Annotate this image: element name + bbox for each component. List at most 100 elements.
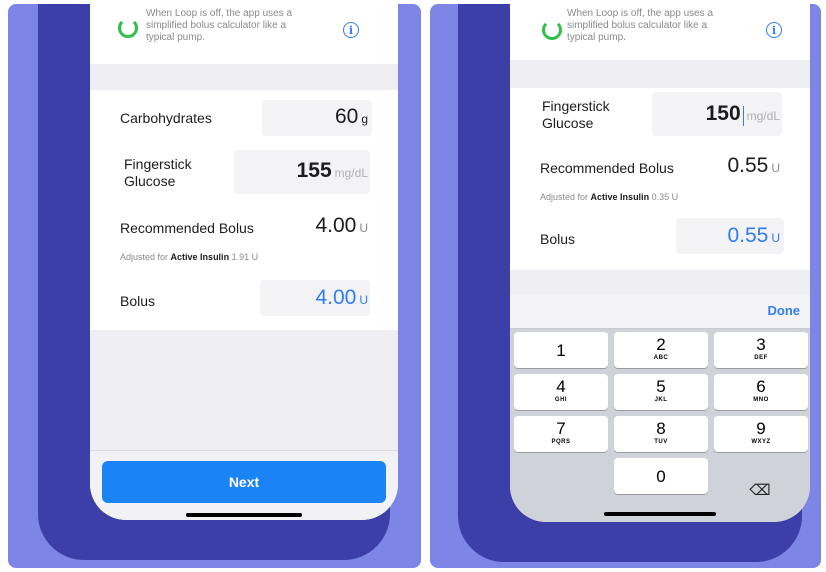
recommended-unit: U — [359, 221, 368, 235]
key-digit: 8 — [656, 419, 666, 438]
key-5[interactable]: 5 JKL — [614, 374, 708, 410]
key-letters: JKL — [654, 397, 668, 403]
key-6[interactable]: 6 MNO — [714, 374, 808, 410]
bolus-value[interactable]: 4.00 U — [315, 286, 368, 310]
loop-status-icon — [118, 18, 138, 38]
glucose-value[interactable]: 155 mg/dL — [297, 159, 368, 183]
loop-status-icon — [542, 20, 562, 40]
info-text-line: When Loop is off, the app uses a — [146, 8, 293, 19]
recommended-number: 0.55 — [727, 154, 769, 177]
glucose-label-line1: Fingerstick — [542, 98, 610, 114]
key-2[interactable]: 2 ABC — [614, 332, 708, 368]
key-letters: TUV — [654, 439, 668, 445]
adjusted-prefix: Adjusted for — [120, 252, 169, 262]
key-4[interactable]: 4 GHI — [514, 374, 608, 410]
carbs-row: Carbohydrates 60 g — [90, 94, 398, 142]
info-text-line: typical pump. — [146, 32, 205, 43]
info-text-line: When Loop is off, the app uses a — [567, 8, 714, 19]
bolus-number: 4.00 — [315, 286, 357, 309]
bolus-unit: U — [771, 231, 780, 245]
recommended-label: Recommended Bolus — [540, 160, 674, 176]
phone-frame: When Loop is off, the app uses a simplif… — [38, 4, 398, 560]
key-8[interactable]: 8 TUV — [614, 416, 708, 452]
glucose-number: 150 — [705, 102, 741, 125]
key-9[interactable]: 9 WXYZ — [714, 416, 808, 452]
bolus-number: 0.55 — [727, 224, 769, 247]
keyboard-toolbar: Done — [510, 294, 810, 329]
key-letters: WXYZ — [751, 439, 771, 445]
bolus-unit: U — [359, 293, 368, 307]
next-button[interactable]: Next — [102, 461, 386, 503]
done-button[interactable]: Done — [768, 303, 801, 318]
bolus-row: Bolus 0.55 U — [510, 216, 810, 256]
recommended-value: 4.00 U — [315, 214, 368, 238]
key-digit: 0 — [656, 467, 666, 486]
phone-screen: When Loop is off, the app uses a simplif… — [90, 4, 398, 520]
delete-backspace-icon[interactable]: ⌫ — [712, 474, 808, 508]
glucose-number: 155 — [296, 159, 332, 182]
footer-bar: Next — [90, 450, 398, 520]
key-digit: 6 — [756, 377, 766, 396]
info-text: When Loop is off, the app uses a simplif… — [146, 8, 292, 44]
key-digit: 4 — [556, 377, 566, 396]
key-7[interactable]: 7 PQRS — [514, 416, 608, 452]
right-screenshot-panel: When Loop is off, the app uses a simplif… — [430, 4, 821, 568]
recommended-number: 4.00 — [315, 214, 357, 237]
recommended-value: 0.55 U — [727, 154, 780, 178]
key-digit: 9 — [756, 419, 766, 438]
key-letters: GHI — [554, 397, 568, 403]
key-letters: PQRS — [551, 439, 571, 445]
key-letters: ABC — [653, 355, 669, 361]
calculator-card: Carbohydrates 60 g Fingerstick Glucose 15… — [90, 90, 398, 330]
info-text: When Loop is off, the app uses a simplif… — [567, 8, 713, 44]
glucose-row: Fingerstick Glucose 155 mg/dL — [90, 146, 398, 202]
recommended-row: Recommended Bolus 0.55 U — [510, 148, 810, 178]
info-card: When Loop is off, the app uses a simplif… — [510, 4, 810, 60]
key-digit: 7 — [556, 419, 566, 438]
adjusted-bold: Active Insulin — [170, 252, 230, 262]
key-letters: MNO — [753, 397, 769, 403]
adjusted-note: Adjusted for Active Insulin 0.35 U — [540, 192, 678, 202]
numeric-keyboard: Done 1 2 ABC 3 DEF 4 GHI 5 JKL 6 MNO 7 PQRS 8 TUV 9 WXYZ… — [510, 294, 810, 522]
carbs-unit: g — [361, 112, 368, 126]
recommended-row: Recommended Bolus 4.00 U — [90, 208, 398, 238]
phone-screen: When Loop is off, the app uses a simplif… — [510, 4, 810, 522]
carbs-label: Carbohydrates — [120, 110, 212, 126]
adjusted-bold: Active Insulin — [590, 192, 650, 202]
adjusted-prefix: Adjusted for — [540, 192, 589, 202]
key-3[interactable]: 3 DEF — [714, 332, 808, 368]
bolus-label: Bolus — [540, 231, 576, 247]
adjusted-value: 0.35 U — [651, 192, 679, 202]
adjusted-note: Adjusted for Active Insulin 1.91 U — [120, 252, 258, 262]
adjusted-value: 1.91 U — [231, 252, 259, 262]
glucose-value[interactable]: 150 mg/dL — [706, 102, 780, 126]
bolus-row: Bolus 4.00 U — [90, 278, 398, 318]
home-indicator — [186, 513, 302, 517]
glucose-label-line2: Glucose — [542, 115, 594, 131]
key-0[interactable]: 0 — [614, 458, 708, 494]
carbs-value[interactable]: 60 g — [335, 105, 368, 129]
glucose-label-line2: Glucose — [124, 173, 176, 189]
carbs-number: 60 — [334, 105, 359, 128]
glucose-label: Fingerstick Glucose — [542, 98, 610, 132]
home-indicator — [604, 512, 716, 516]
info-icon[interactable]: i — [343, 22, 359, 38]
key-letters: DEF — [754, 355, 768, 361]
key-digit: 3 — [756, 335, 766, 354]
glucose-label: Fingerstick Glucose — [124, 156, 192, 190]
glucose-unit: mg/dL — [334, 166, 368, 180]
recommended-label: Recommended Bolus — [120, 220, 254, 236]
bolus-label: Bolus — [120, 293, 156, 309]
info-icon[interactable]: i — [766, 22, 782, 38]
key-1[interactable]: 1 — [514, 332, 608, 368]
recommended-unit: U — [771, 161, 780, 175]
text-cursor — [742, 105, 744, 126]
glucose-row: Fingerstick Glucose 150 mg/dL — [510, 90, 810, 140]
left-screenshot-panel: When Loop is off, the app uses a simplif… — [8, 4, 421, 568]
info-text-line: simplified bolus calculator like a — [567, 20, 708, 31]
calculator-card: Fingerstick Glucose 150 mg/dL Recommended… — [510, 88, 810, 270]
glucose-label-line1: Fingerstick — [124, 156, 192, 172]
key-digit: 1 — [556, 341, 566, 360]
bolus-value[interactable]: 0.55 U — [727, 224, 780, 248]
key-digit: 5 — [656, 377, 666, 396]
